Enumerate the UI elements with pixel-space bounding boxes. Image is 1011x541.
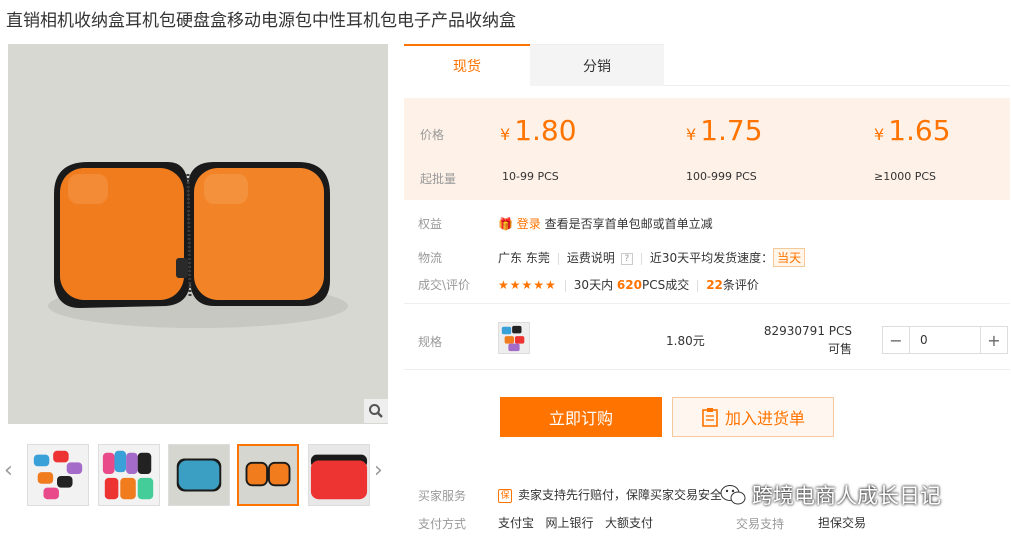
purchase-mode-tabs: 现货 分销	[404, 44, 1010, 86]
benefits-row: 🎁 登录 查看是否享首单包邮或首单立减	[498, 215, 713, 232]
price-panel: 价格 起批量 ¥1.80 ¥1.75 ¥1.65 10-99 PCS 100-9…	[404, 98, 1010, 200]
thumbnail-strip: ‹ ›	[0, 440, 395, 510]
star-rating: ★★★★★	[498, 278, 557, 292]
product-title: 直销相机收纳盒耳机包硬盘盒移动电源包中性耳机包电子产品收纳盒	[6, 11, 516, 31]
benefits-text: 查看是否享首单包邮或首单立减	[544, 217, 713, 231]
spec-price: 1.80元	[666, 334, 705, 348]
trade-support-value: 担保交易	[818, 516, 867, 530]
buy-now-button[interactable]: 立即订购	[500, 397, 662, 437]
add-to-cart-button[interactable]: 加入进货单	[672, 397, 834, 437]
moq-tier-3: ≥1000 PCS	[874, 170, 937, 183]
wechat-icon	[720, 485, 746, 505]
payment-large: 大额支付	[604, 516, 653, 530]
logistics-label: 物流	[418, 251, 443, 265]
currency-symbol: ¥	[874, 125, 885, 144]
watermark-text: 跨境电商人成长日记	[752, 484, 941, 508]
divider	[640, 252, 642, 265]
payment-alipay: 支付宝	[498, 516, 535, 530]
tab-spot[interactable]: 现货	[404, 44, 530, 86]
benefits-label: 权益	[418, 217, 443, 231]
chevron-right-icon[interactable]: ›	[374, 458, 383, 483]
spec-label: 规格	[418, 335, 443, 349]
add-to-cart-label: 加入进货单	[724, 409, 805, 428]
section-divider	[404, 369, 1010, 370]
quantity-input[interactable]: 0	[909, 327, 981, 353]
service-row: 保卖家支持先行赔付，保障买家交易安全	[498, 486, 722, 503]
thumbnail-2[interactable]	[98, 444, 160, 506]
price-label: 价格	[420, 128, 445, 142]
price-value: 1.75	[700, 114, 763, 147]
gift-icon: 🎁	[498, 217, 513, 231]
help-icon[interactable]: ?	[620, 252, 633, 265]
currency-symbol: ¥	[686, 125, 697, 144]
clipboard-icon	[702, 408, 718, 427]
decrement-button[interactable]: −	[883, 327, 909, 353]
thumbnail-1[interactable]	[27, 444, 89, 506]
currency-symbol: ¥	[500, 125, 511, 144]
price-tier-1: ¥1.80	[500, 114, 577, 147]
deals-suffix: PCS成交	[641, 278, 690, 292]
deals-prefix: 30天内	[573, 278, 614, 292]
review-suffix[interactable]: 条评价	[723, 278, 759, 292]
payment-label: 支付方式	[418, 517, 467, 531]
shield-icon: 保	[498, 488, 512, 503]
review-count[interactable]: 22	[706, 278, 723, 292]
section-divider	[404, 303, 1010, 304]
quantity-stepper: − 0 +	[882, 326, 1008, 354]
moq-tier-1: 10-99 PCS	[502, 170, 559, 183]
reviews-label: 成交\评价	[418, 278, 471, 292]
trade-support-label: 交易支持	[736, 517, 785, 531]
thumbnail-4[interactable]	[237, 444, 299, 506]
divider	[557, 252, 559, 265]
login-link[interactable]: 登录	[517, 217, 541, 231]
thumbnail-3[interactable]	[168, 444, 230, 506]
moq-label: 起批量	[420, 172, 457, 186]
deals-count: 620	[616, 278, 642, 292]
service-label: 买家服务	[418, 489, 467, 503]
ship-from: 广东 东莞	[498, 251, 550, 265]
ship-speed-text: 近30天平均发货速度：	[649, 251, 774, 265]
payment-netbank: 网上银行	[545, 516, 594, 530]
thumbnail-5[interactable]	[308, 444, 370, 506]
divider	[697, 279, 699, 292]
price-value: 1.65	[888, 114, 951, 147]
watermark: 跨境电商人成长日记	[720, 480, 941, 510]
price-tier-2: ¥1.75	[686, 114, 763, 147]
tab-distribution[interactable]: 分销	[530, 44, 664, 86]
main-product-image[interactable]	[8, 44, 388, 424]
payment-row: 支付宝 网上银行 大额支付	[498, 514, 653, 531]
chevron-left-icon[interactable]: ‹	[4, 458, 13, 483]
ship-speed-badge: 当天	[773, 248, 806, 267]
price-tier-3: ¥1.65	[874, 114, 951, 147]
logistics-row: 广东 东莞 运费说明? 近30天平均发货速度： 当天	[498, 248, 806, 267]
magnifier-icon[interactable]	[364, 399, 388, 423]
service-text: 卖家支持先行赔付，保障买家交易安全	[518, 488, 723, 502]
spec-thumbnail[interactable]	[498, 322, 530, 354]
price-value: 1.80	[514, 114, 577, 147]
reviews-row: ★★★★★ 30天内 620PCS成交 22条评价	[498, 276, 759, 293]
divider	[564, 279, 566, 292]
shipping-info-link[interactable]: 运费说明	[567, 251, 615, 265]
spec-stock: 82930791 PCS可售	[763, 324, 852, 356]
increment-button[interactable]: +	[981, 327, 1007, 353]
moq-tier-2: 100-999 PCS	[686, 170, 757, 183]
